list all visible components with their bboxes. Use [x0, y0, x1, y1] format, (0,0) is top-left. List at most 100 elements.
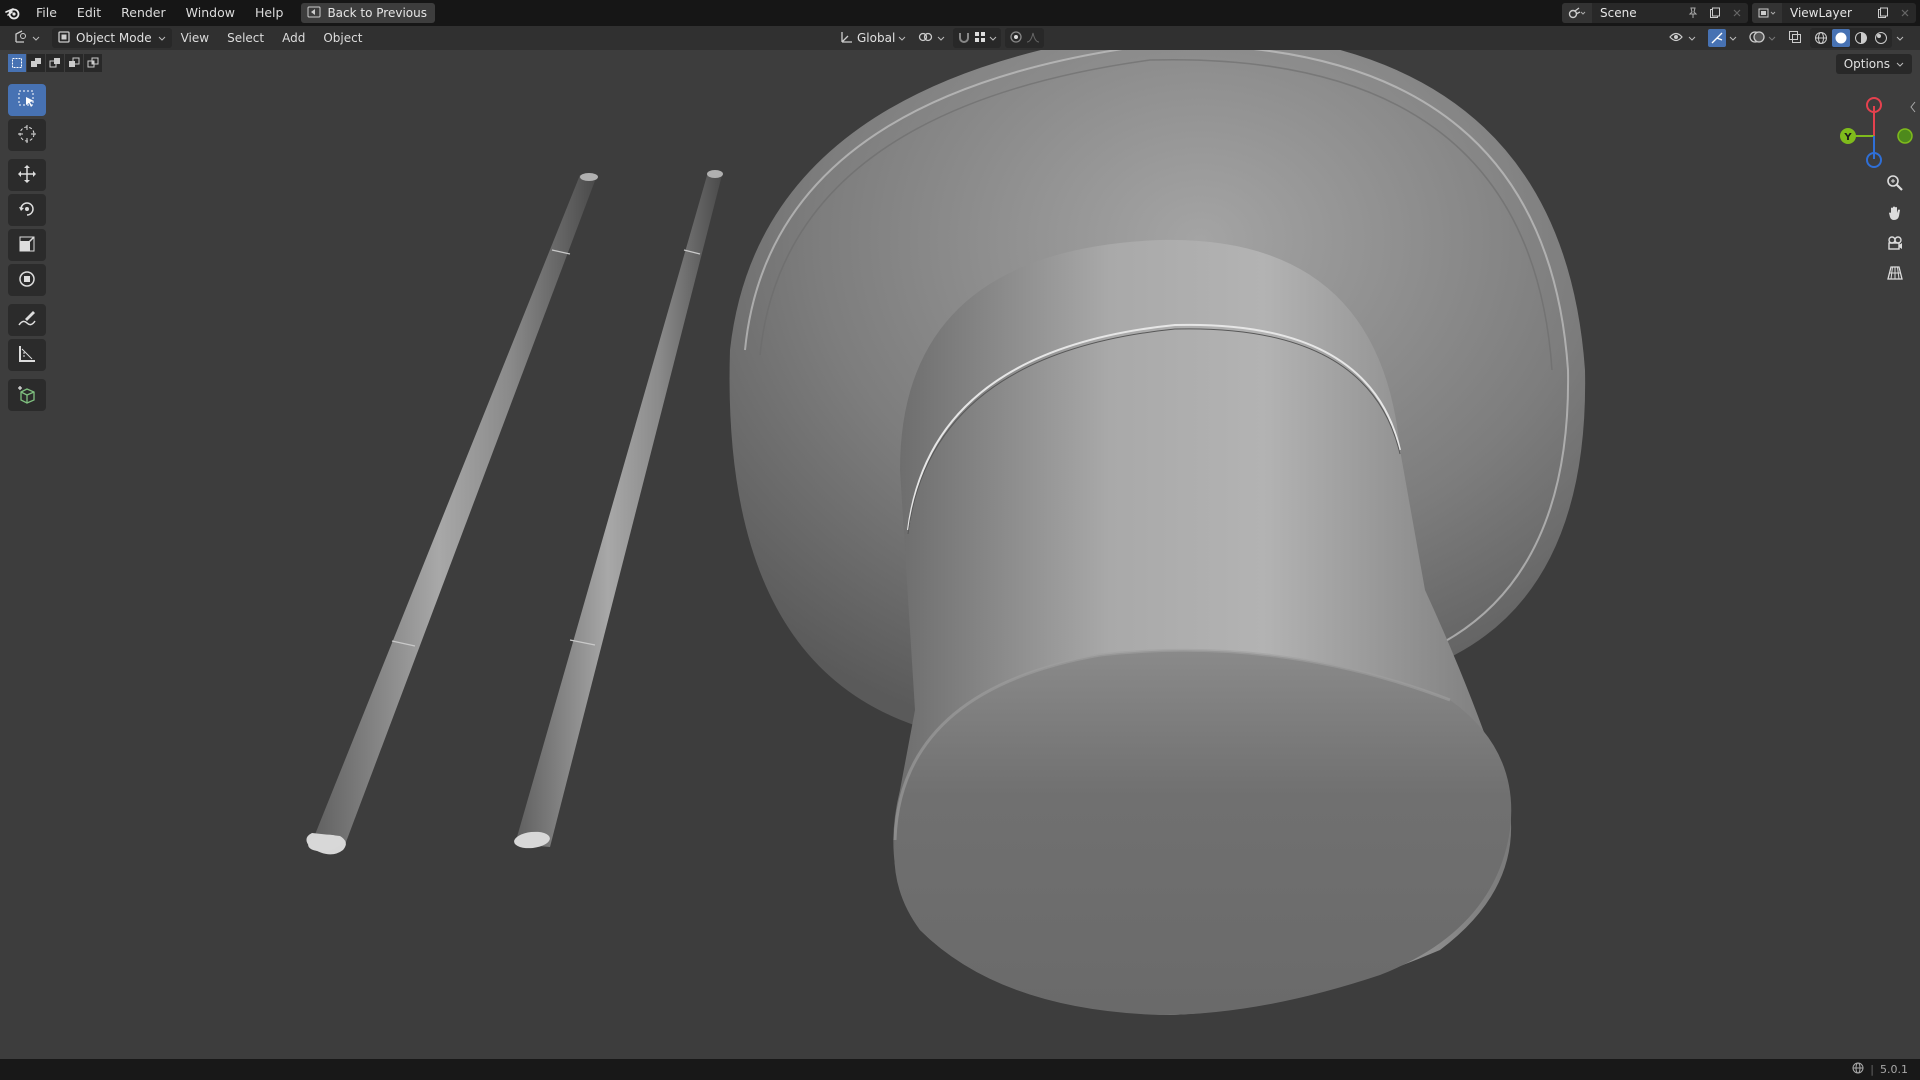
blender-logo-icon[interactable] — [0, 0, 26, 26]
scene-selector[interactable]: Scene — [1562, 3, 1748, 23]
object-mode-label: Object Mode — [76, 31, 152, 45]
status-bar: | 5.0.1 — [0, 1059, 1920, 1080]
cursor-tool[interactable] — [8, 119, 46, 151]
pivot-link-icon — [918, 31, 934, 46]
chevron-down-icon — [1768, 31, 1776, 45]
screen-back-icon — [307, 6, 321, 21]
menu-view[interactable]: View — [172, 31, 218, 45]
menu-select[interactable]: Select — [218, 31, 273, 45]
orientation-label: Global — [857, 31, 896, 45]
object-mode-icon — [58, 30, 70, 46]
scale-tool[interactable] — [8, 229, 46, 261]
scene-icon[interactable] — [1562, 3, 1592, 23]
snap-toggle[interactable] — [953, 28, 1002, 48]
menu-object[interactable]: Object — [314, 31, 371, 45]
ruler-icon — [17, 344, 37, 367]
chevron-down-icon[interactable] — [1896, 31, 1904, 45]
options-dropdown[interactable]: Options — [1835, 54, 1912, 74]
falloff-curve-icon[interactable] — [1026, 31, 1040, 46]
new-scene-icon[interactable] — [1704, 3, 1726, 23]
scene-render[interactable] — [0, 50, 1920, 1059]
view-layer-icon[interactable] — [1752, 3, 1782, 23]
3d-viewport[interactable]: Options Y — [0, 50, 1920, 1059]
chevron-down-icon — [158, 31, 166, 45]
chevron-down-icon — [1896, 57, 1904, 71]
chevron-down-icon — [1688, 31, 1696, 45]
gizmo-toggle[interactable] — [1704, 28, 1741, 48]
top-bar: File Edit Render Window Help Back to Pre… — [0, 0, 1920, 26]
transform-orientation-dropdown[interactable]: Global — [836, 28, 910, 48]
menu-render[interactable]: Render — [111, 2, 176, 24]
3d-viewport-icon — [14, 29, 30, 47]
annotate-pencil-icon — [17, 309, 37, 332]
object-mode-dropdown[interactable]: Object Mode — [52, 28, 172, 48]
navigation-controls — [1880, 168, 1910, 288]
chevron-down-icon — [32, 31, 40, 45]
transform-tool[interactable] — [8, 264, 46, 296]
cursor-icon — [17, 124, 37, 147]
new-view-layer-icon[interactable] — [1872, 3, 1894, 23]
menu-edit[interactable]: Edit — [67, 2, 111, 24]
pin-scene-icon[interactable] — [1682, 3, 1704, 23]
select-box-icon — [17, 89, 37, 112]
select-box-tool[interactable] — [8, 84, 46, 116]
perspective-grid-icon[interactable] — [1880, 258, 1910, 288]
zoom-icon[interactable] — [1880, 168, 1910, 198]
view-layer-selector[interactable]: ViewLayer — [1752, 3, 1916, 23]
editor-type-selector[interactable] — [6, 28, 48, 48]
back-to-previous-label: Back to Previous — [327, 6, 427, 20]
transform-icon — [17, 269, 37, 292]
gizmo-icon — [1708, 29, 1726, 47]
wireframe-shading-icon[interactable] — [1812, 29, 1830, 47]
proportional-editing-toggle[interactable] — [1005, 28, 1045, 48]
viewport-header: Object Mode View Select Add Object Globa… — [0, 26, 1920, 50]
select-invert-icon[interactable] — [65, 54, 83, 72]
annotate-tool[interactable] — [8, 304, 46, 336]
top-hat[interactable] — [729, 50, 1586, 1016]
overlays-toggle[interactable] — [1745, 28, 1780, 48]
add-cube-tool[interactable] — [8, 379, 46, 411]
camera-view-icon[interactable] — [1880, 228, 1910, 258]
sidebar-toggle-chevron-icon[interactable] — [1908, 100, 1918, 114]
menu-file[interactable]: File — [26, 2, 67, 24]
rotate-tool[interactable] — [8, 194, 46, 226]
menu-help[interactable]: Help — [245, 2, 294, 24]
move-tool[interactable] — [8, 159, 46, 191]
chevron-down-icon — [1729, 31, 1737, 45]
selection-mode-group — [8, 54, 102, 72]
delete-scene-icon[interactable] — [1726, 3, 1748, 23]
menu-window[interactable]: Window — [176, 2, 245, 24]
xray-toggle[interactable] — [1784, 28, 1806, 48]
select-extend-icon[interactable] — [27, 54, 45, 72]
measure-tool[interactable] — [8, 339, 46, 371]
xray-icon — [1788, 30, 1802, 47]
globe-icon[interactable] — [1852, 1062, 1864, 1077]
menu-add[interactable]: Add — [273, 31, 314, 45]
chevron-down-icon — [989, 31, 997, 45]
pan-hand-icon[interactable] — [1880, 198, 1910, 228]
pivot-point-dropdown[interactable] — [914, 28, 949, 48]
eye-selectability-icon — [1669, 31, 1685, 46]
chevron-down-icon — [937, 31, 945, 45]
select-new-icon[interactable] — [8, 54, 26, 72]
scale-icon — [17, 234, 37, 257]
back-to-previous-button[interactable]: Back to Previous — [301, 3, 435, 23]
add-cube-icon — [17, 384, 37, 407]
proportional-edit-icon — [1009, 30, 1023, 47]
solid-shading-icon[interactable] — [1832, 29, 1850, 47]
tool-shelf — [8, 84, 48, 414]
view-layer-name[interactable]: ViewLayer — [1782, 6, 1872, 20]
rendered-shading-icon[interactable] — [1872, 29, 1890, 47]
select-subtract-icon[interactable] — [46, 54, 64, 72]
snap-grid-icon[interactable] — [974, 31, 986, 46]
material-preview-shading-icon[interactable] — [1852, 29, 1870, 47]
magnet-icon — [957, 30, 971, 47]
orientation-axes-icon — [840, 30, 854, 47]
object-visibility-dropdown[interactable] — [1665, 28, 1700, 48]
scene-name[interactable]: Scene — [1592, 6, 1682, 20]
delete-view-layer-icon[interactable] — [1894, 3, 1916, 23]
version-info: | 5.0.1 — [1852, 1062, 1908, 1077]
version-label: 5.0.1 — [1880, 1063, 1908, 1076]
select-intersect-icon[interactable] — [84, 54, 102, 72]
navigation-gizmo[interactable]: Y — [1810, 88, 1920, 178]
